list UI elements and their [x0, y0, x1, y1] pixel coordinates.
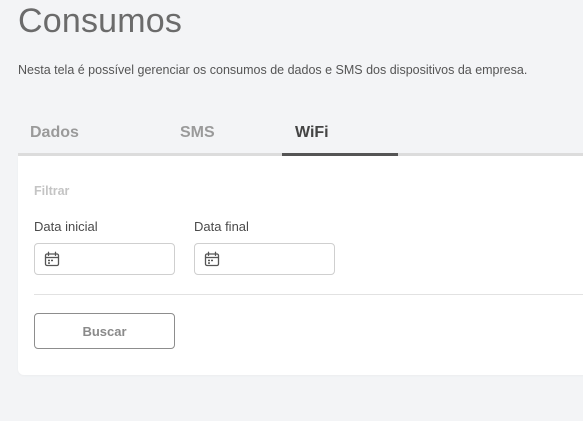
- tab-sms[interactable]: SMS: [180, 112, 215, 153]
- start-date-input[interactable]: [34, 243, 175, 275]
- calendar-icon: [204, 251, 220, 267]
- end-date-label: Data final: [194, 219, 249, 234]
- page-title: Consumos: [18, 2, 183, 40]
- filter-title: Filtrar: [34, 184, 70, 198]
- calendar-icon: [44, 251, 60, 267]
- tab-dados[interactable]: Dados: [30, 112, 79, 153]
- start-date-label: Data inicial: [34, 219, 98, 234]
- filter-panel: Filtrar Data inicial Data final Buscar: [18, 156, 583, 375]
- consumption-tabs: Dados SMS WiFi: [18, 112, 583, 156]
- page-description: Nesta tela é possível gerenciar os consu…: [18, 63, 528, 77]
- search-button[interactable]: Buscar: [34, 313, 175, 349]
- end-date-input[interactable]: [194, 243, 335, 275]
- tab-wifi[interactable]: WiFi: [282, 112, 398, 156]
- filter-divider: [34, 294, 583, 295]
